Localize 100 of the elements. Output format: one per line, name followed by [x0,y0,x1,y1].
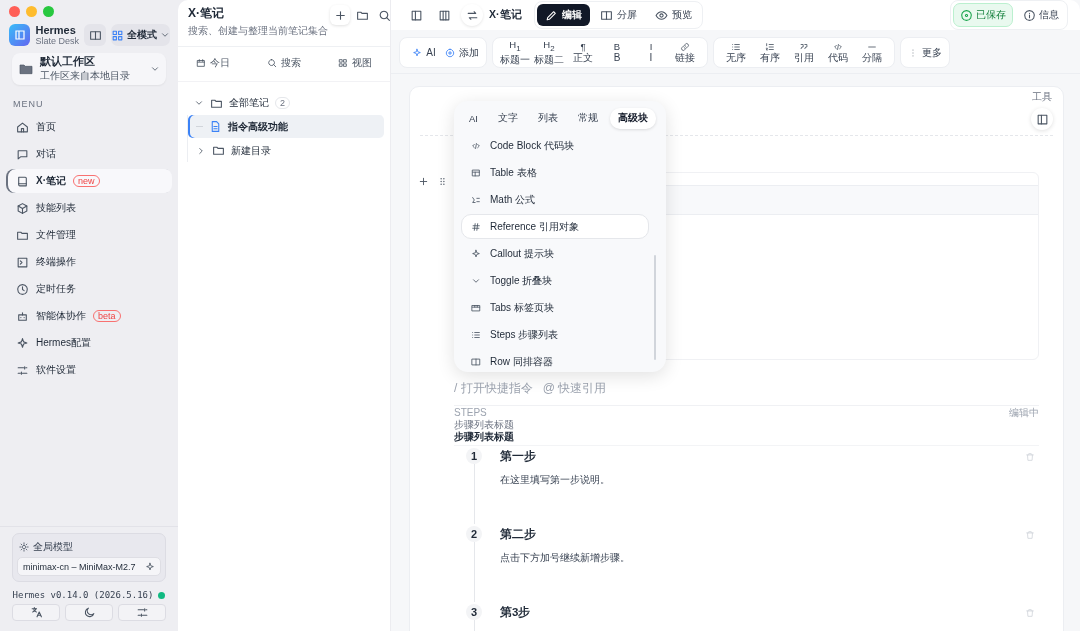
view-mode-tab[interactable]: 预览 [646,4,700,26]
menu-item[interactable]: Row 同排容器 [461,349,649,374]
drag-handle-icon[interactable] [437,176,448,187]
hash-icon [471,221,481,232]
menu-item[interactable]: Callout 提示块 [461,241,649,266]
sidebar-item[interactable]: 技能列表 [6,196,172,220]
translate-icon [29,606,43,619]
panel-tab[interactable]: 搜索 [267,56,301,70]
sidebar-item-label: 技能列表 [36,201,76,215]
menu-item-label: Table 表格 [490,165,537,180]
toolbar-button[interactable]: 分隔 [856,42,888,63]
tree-item-label: 全部笔记 [229,96,269,110]
menu-tab[interactable]: 列表 [530,108,566,129]
menu-tab[interactable]: 文字 [490,108,526,129]
moon-icon [82,606,96,619]
sidebar-item-label: 定时任务 [36,282,76,296]
workspace-selector[interactable]: 默认工作区 工作区来自本地目录 [12,53,166,85]
toolbar-button[interactable]: 代码 [822,42,854,63]
toolbar-button[interactable]: AI [406,47,442,58]
menu-item[interactable]: Steps 步骤列表 [461,322,649,347]
panel-tab[interactable]: 视图 [337,56,372,70]
toolbar-button[interactable]: B B [601,42,633,63]
command-hint: / 打开快捷指令 [454,380,533,397]
tree-item-label: 指令高级功能 [228,119,288,134]
menu-item[interactable]: Table 表格 [461,160,649,185]
split-view-icon [599,8,613,22]
model-label: 全局模型 [33,540,73,554]
theme-button[interactable] [65,604,113,621]
info-button[interactable]: 信息 [1017,3,1065,27]
reference-hint: @ 快速引用 [542,380,607,397]
sidebar-item[interactable]: 首页 [6,115,172,139]
sidebar-item-label: X·笔记 [36,174,66,188]
sidebar-item[interactable]: X·笔记 new [6,169,172,193]
robot-icon [16,309,29,323]
sidebar-item[interactable]: 终端操作 [6,250,172,274]
sidebar-item[interactable]: 定时任务 [6,277,172,301]
model-selector[interactable]: minimax-cn – MiniMax-M2.7 [17,557,161,576]
menu-tab[interactable]: 常规 [570,108,606,129]
columns-icon [471,356,481,367]
folder-icon [18,61,34,77]
menu-item[interactable]: Reference 引用对象 [461,214,649,239]
toolbar-button[interactable]: 有序 [754,42,786,63]
toolbar-button[interactable]: 引用 [788,42,820,63]
settings-button[interactable] [118,604,166,621]
sidebar-item-label: Hermes配置 [36,336,91,350]
search-icon [267,58,277,68]
tree-item[interactable]: 新建目录 [188,139,384,162]
sigma-icon [471,194,481,205]
link-icon [680,42,690,52]
sidebar-item[interactable]: Hermes配置 [6,331,172,355]
workspace-name: 默认工作区 [40,55,96,69]
toolbar-button[interactable]: ¶ 正文 [567,42,599,63]
sidebar-toggle-icon [409,8,423,22]
menu-item-label: Math 公式 [490,192,535,207]
menu-tab[interactable]: AI [461,108,486,129]
sparkle-icon [16,336,29,350]
toolbar-button[interactable]: I I [635,42,667,63]
caret-icon [160,30,170,40]
tabs-icon [471,302,481,313]
tools-panel-button[interactable] [1031,108,1053,130]
toolbar-button[interactable]: H$_{2}$ 标题二 [533,40,565,65]
plus-icon [333,8,347,22]
scrollbar[interactable] [654,255,656,360]
sidebar-item[interactable]: 对话 [6,142,172,166]
tree-item[interactable]: 指令高级功能 [188,115,384,138]
toolbar-button[interactable]: 更多 [907,47,943,58]
sidebar-item[interactable]: 智能体协作 beta [6,304,172,328]
view-mode-tab[interactable]: 分屏 [591,4,645,26]
block-status: 编辑中 [1009,407,1039,418]
mode-dropdown[interactable]: 全模式 [111,24,170,46]
menu-item[interactable]: Tabs 标签页块 [461,295,649,320]
app-name: Hermes [35,24,77,36]
menu-tab[interactable]: 高级块 [610,108,656,129]
menu-item-label: Reference 引用对象 [490,219,579,234]
toolbar-button[interactable]: 添加 [444,47,480,58]
menu-item-label: Toggle 折叠块 [490,273,553,288]
view-mode-tab[interactable]: 编辑 [536,4,590,26]
toolbar-button[interactable]: 无序 [720,42,752,63]
toolbar-button[interactable]: 链接 [669,42,701,63]
tree-item[interactable]: 全部笔记 2 [186,92,384,114]
sidebar-item[interactable]: 文件管理 [6,223,172,247]
close-window-button[interactable] [9,6,20,17]
language-button[interactable] [12,604,60,621]
toolbar-button[interactable]: H$_{1}$ 标题一 [499,40,531,65]
sliders-icon [135,606,149,619]
sidebar-toggle-button[interactable] [84,24,106,46]
step-description: 在这里填写第一步说明。 [500,473,611,487]
book-icon [16,174,29,188]
sidebar-item-label: 智能体协作 [36,309,86,323]
menu-item[interactable]: Toggle 折叠块 [461,268,649,293]
panel-tab[interactable]: 今日 [196,56,231,70]
block-type-label: STEPS [454,407,487,418]
saved-status-button[interactable]: 已保存 [953,3,1013,27]
speech-bubble-icon [16,147,29,161]
sidebar-item-label: 文件管理 [36,228,76,242]
menu-item[interactable]: Code Block 代码块 [461,133,649,158]
sparkle-icon [145,561,155,572]
code-icon [833,42,843,52]
sidebar-item[interactable]: 软件设置 [6,358,172,382]
plus-icon[interactable] [418,176,429,187]
